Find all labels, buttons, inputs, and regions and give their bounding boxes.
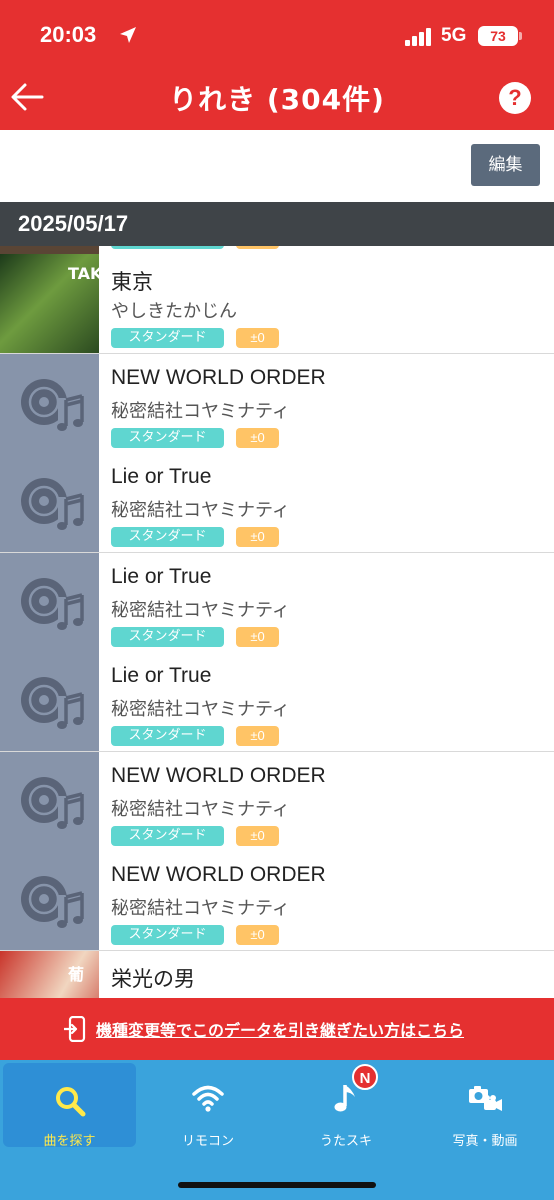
history-row[interactable]: Lie or True 秘密結社コヤミナティ スタンダード ±0 [0,552,554,653]
key-tag: ±0 [236,825,279,846]
music-disc-icon [0,353,99,453]
battery-tip [519,32,522,40]
song-title: Lie or True [111,564,212,588]
artist-name: 秘密結社コヤミナティ [111,400,290,422]
artist-name: やしきたかじん [111,301,237,322]
history-row[interactable]: NEW WORLD ORDER 秘密結社コヤミナティ スタンダード ±0 [0,353,554,454]
key-tag: ±0 [236,626,279,647]
home-indicator [178,1182,376,1188]
standard-tag: スタンダード [111,626,224,647]
bottom-tab-bar: 曲を探す リモコン うたスキ N 写真・動画 [0,1060,554,1200]
page-title: りれき (304件) [169,83,385,116]
signal-icon [405,28,431,46]
data-transfer-link[interactable]: 機種変更等でこのデータを引き継ぎたい方はこちら [96,1017,464,1041]
tab-search-songs[interactable]: 曲を探す [3,1063,136,1149]
album-art: TAKAJIN [0,254,99,353]
status-time: 20:03 [40,22,97,47]
music-disc-icon [0,552,99,652]
song-title: NEW WORLD ORDER [111,365,326,389]
artist-name: 秘密結社コヤミナティ [111,699,290,720]
history-row[interactable]: Lie or True 秘密結社コヤミナティ スタンダード ±0 [0,652,554,752]
history-row[interactable]: TAKAJIN 東京やしきたかじんスタンダード ±0 [0,254,554,354]
key-tag: ±0 [236,726,279,746]
notification-badge: N [352,1064,378,1090]
song-title: Lie or True [111,465,212,488]
music-disc-icon [0,751,99,851]
music-disc-icon [0,652,99,751]
music-disc-icon [0,453,99,552]
network-type: 5G [441,25,467,46]
tab-label: 写真・動画 [452,1134,518,1149]
date-section-header: 2025/05/17 [0,202,554,246]
history-list[interactable]: TAKAJIN 東京やしきたかじんスタンダード ±0 NEW WORLD ORDER 秘… [0,246,554,998]
song-title: 東京 [111,271,153,294]
album-art-text: TAKAJIN [68,264,99,283]
standard-tag [111,246,224,249]
key-tag: ±0 [236,427,279,448]
standard-tag: スタンダード [111,527,224,547]
tab-photo-video[interactable]: 写真・動画 [416,1060,554,1150]
history-row[interactable]: Lie or True 秘密結社コヤミナティ スタンダード ±0 [0,453,554,553]
key-tag: ±0 [236,328,279,348]
song-title: NEW WORLD ORDER [111,763,326,787]
toolbar: 編集 [0,130,554,202]
music-disc-icon [0,851,99,950]
standard-tag: スタンダード [111,825,224,846]
app-root: 20:03 5G 73 りれき (304件) ? 編集 2025/05/17 T… [0,0,554,1200]
battery-level: 73 [478,26,518,46]
tab-label: 曲を探す [43,1134,96,1149]
key-tag [236,246,279,249]
history-row[interactable]: NEW WORLD ORDER 秘密結社コヤミナティ スタンダード ±0 [0,851,554,951]
app-header: 20:03 5G 73 りれき (304件) ? [0,0,554,130]
tab-utasuki[interactable]: うたスキ [277,1060,415,1150]
song-title: NEW WORLD ORDER [111,863,326,886]
tab-label: リモコン [181,1134,234,1149]
standard-tag: スタンダード [111,328,224,348]
album-art: 葡 [0,950,99,998]
artist-name: 秘密結社コヤミナティ [111,798,290,820]
search-icon [55,1087,85,1117]
song-title: Lie or True [111,664,212,687]
artist-name: 秘密結社コヤミナティ [111,500,290,521]
standard-tag: スタンダード [111,925,224,945]
camera-icon [469,1086,502,1111]
history-row[interactable]: 葡 栄光の男 [0,950,554,998]
wifi-icon [192,1085,224,1112]
standard-tag: スタンダード [111,726,224,746]
data-transfer-banner[interactable]: 機種変更等でこのデータを引き継ぎたい方はこちら [0,998,554,1060]
tab-label: うたスキ [319,1134,372,1149]
phone-transfer-icon [64,1016,86,1042]
history-row[interactable]: NEW WORLD ORDER 秘密結社コヤミナティ スタンダード ±0 [0,751,554,852]
album-art-text: 葡 [68,964,85,984]
tab-remote[interactable]: リモコン [139,1060,277,1150]
key-tag: ±0 [236,527,279,547]
standard-tag: スタンダード [111,427,224,448]
location-arrow-icon [120,27,136,43]
artist-name: 秘密結社コヤミナティ [111,599,290,621]
key-tag: ±0 [236,925,279,945]
song-title: 栄光の男 [111,967,195,991]
artist-name: 秘密結社コヤミナティ [111,898,290,919]
help-icon[interactable]: ? [499,82,531,114]
album-art [0,246,99,254]
edit-button[interactable]: 編集 [471,144,540,186]
